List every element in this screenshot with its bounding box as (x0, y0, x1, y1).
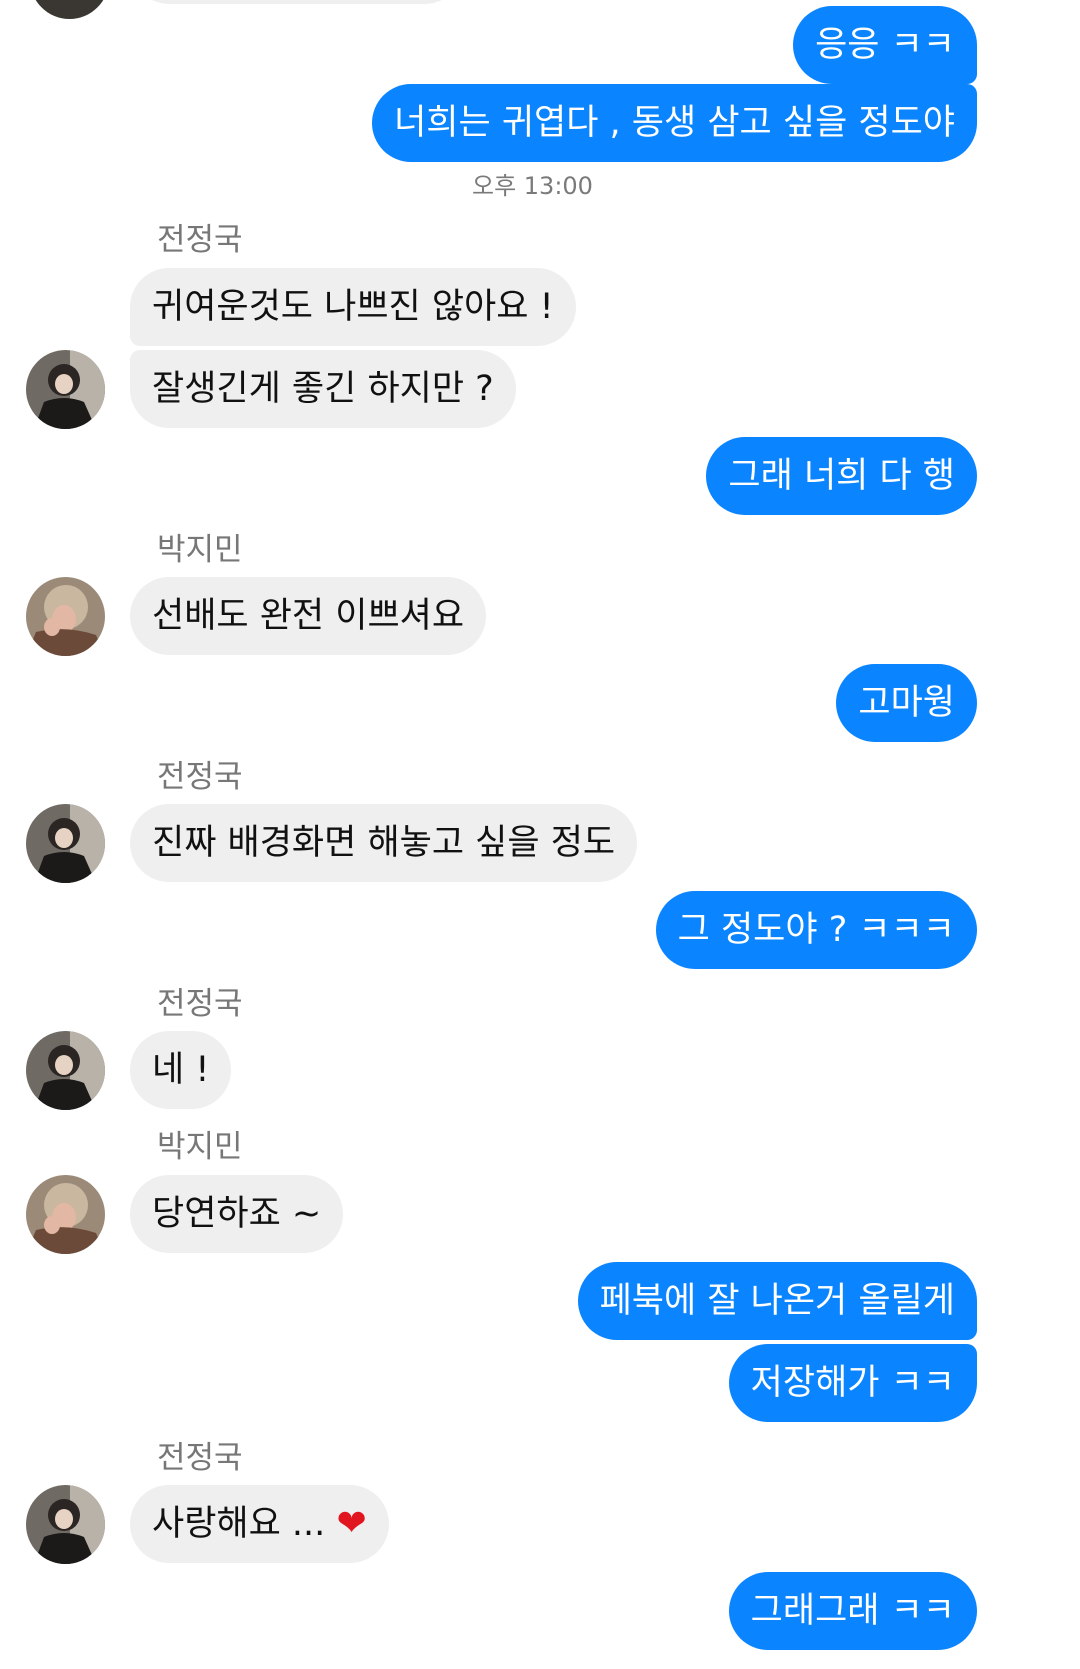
message-timestamp: 오후 13:00 (472, 172, 593, 200)
outgoing-message[interactable]: 그래 너희 다 행 (706, 437, 977, 515)
incoming-message[interactable]: 네 ! (130, 1031, 232, 1109)
outgoing-message[interactable]: 그 정도야 ? ㅋㅋㅋ (655, 891, 977, 969)
avatar-photo-icon (26, 1485, 105, 1564)
outgoing-message[interactable]: 너희는 귀엽다 , 동생 삼고 싶을 정도야 (372, 84, 977, 162)
sender-name: 박지민 (157, 532, 243, 568)
avatar-jungkook[interactable] (26, 1031, 105, 1110)
message-text: 당연하죠 ~ (152, 1194, 322, 1234)
message-text: 사랑해요 ... (152, 1504, 326, 1544)
incoming-message[interactable]: 잘생긴게 좋긴 하지만 ? (130, 350, 516, 428)
incoming-message[interactable]: 귀여운것도 나쁘진 않아요 ! (130, 268, 576, 346)
message-text: 그 정도야 ? ㅋㅋㅋ (677, 910, 955, 950)
heart-icon: ❤ (336, 1503, 367, 1544)
sender-name: 전정국 (157, 986, 243, 1022)
avatar-photo-icon (26, 1031, 105, 1110)
message-text: 응응 ㅋㅋ (815, 25, 955, 65)
incoming-message[interactable]: 진짜 배경화면 해놓고 싶을 정도 (130, 804, 638, 882)
message-text: 진짜 배경화면 해놓고 싶을 정도 (152, 823, 616, 863)
outgoing-message[interactable]: 그래그래 ㅋㅋ (728, 1572, 977, 1650)
avatar-jimin[interactable] (26, 577, 105, 656)
sender-name: 박지민 (157, 1129, 243, 1165)
avatar-photo-icon (26, 350, 105, 429)
outgoing-message[interactable]: 응응 ㅋㅋ (793, 6, 977, 84)
avatar-photo-icon (26, 804, 105, 883)
sender-name: 전정국 (157, 222, 243, 258)
message-text: 고마웡 (858, 683, 955, 723)
incoming-message[interactable]: 당연하죠 ~ (130, 1175, 344, 1253)
sender-name: 전정국 (157, 759, 243, 795)
incoming-message[interactable]: 선배도 완전 이쁘셔요 (130, 577, 487, 655)
message-text: 선배도 완전 이쁘셔요 (152, 596, 465, 636)
avatar-jungkook[interactable] (26, 804, 105, 883)
message-text: 페북에 잘 나온거 올릴게 (599, 1281, 955, 1321)
outgoing-message[interactable]: 고마웡 (836, 664, 977, 742)
outgoing-message[interactable]: 페북에 잘 나온거 올릴게 (577, 1262, 977, 1340)
outgoing-message[interactable]: 저장해가 ㅋㅋ (728, 1344, 977, 1422)
message-text: 그래그래 ㅋㅋ (750, 1591, 955, 1631)
avatar-photo-icon (26, 1175, 105, 1254)
message-text: 너희는 귀엽다 , 동생 삼고 싶을 정도야 (394, 103, 955, 143)
message-text: 그래 너희 다 행 (728, 456, 955, 496)
avatar[interactable] (30, 0, 109, 19)
avatar-jimin[interactable] (26, 1175, 105, 1254)
avatar-jungkook[interactable] (26, 350, 105, 429)
message-text: 귀여운것도 나쁘진 않아요 ! (152, 287, 554, 327)
avatar-photo-icon (26, 577, 105, 656)
sender-name: 전정국 (157, 1440, 243, 1476)
message-text: 잘생긴게 좋긴 하지만 ? (152, 369, 494, 409)
incoming-message[interactable]: 사랑해요 ... ❤ (130, 1485, 389, 1563)
message-text: 저장해가 ㅋㅋ (750, 1363, 955, 1403)
message-bubble-partial (132, 0, 462, 4)
avatar-jungkook[interactable] (26, 1485, 105, 1564)
message-text: 네 ! (152, 1050, 210, 1090)
